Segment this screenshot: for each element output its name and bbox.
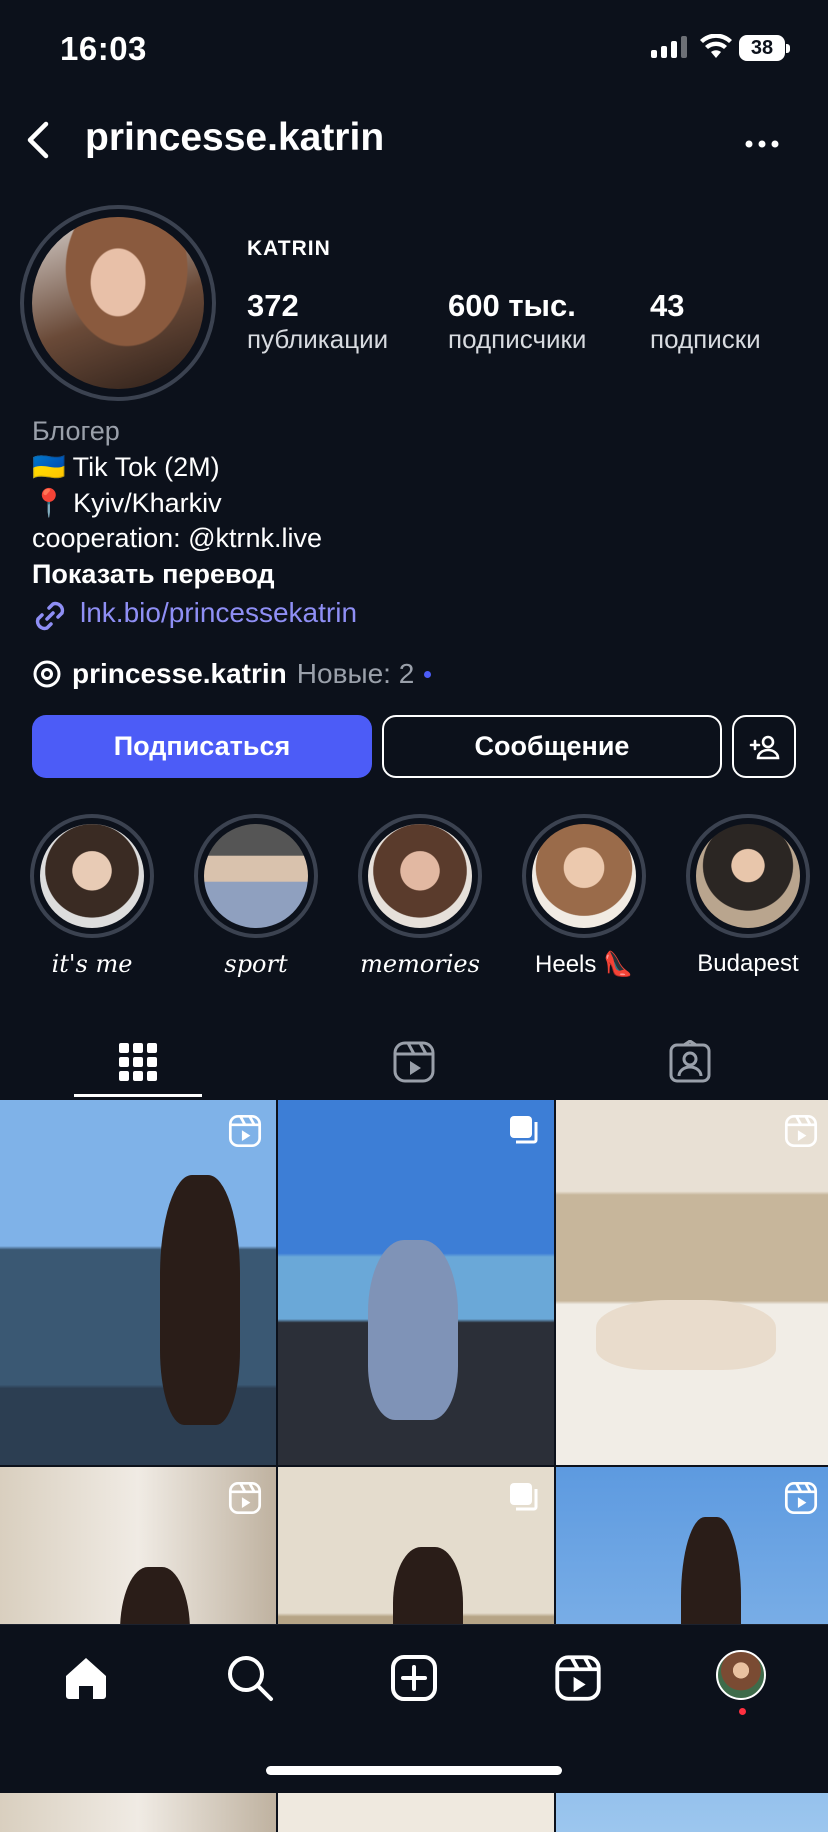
reels-icon [228,1114,262,1153]
nav-home[interactable] [56,1648,116,1708]
profile-category: Блогер [32,416,120,446]
stat-label: подписки [650,324,761,354]
avatar[interactable] [32,217,204,389]
add-person-icon [749,735,780,759]
display-name: KATRIN [247,237,331,260]
more-options-button[interactable] [745,128,779,149]
chevron-left-icon [27,121,49,159]
tab-posts[interactable] [0,1022,276,1102]
back-button[interactable] [20,118,60,167]
bio-line: cooperation: @ktrnk.live [32,523,323,553]
threads-new-count: Новые: 2 [296,658,415,689]
stat-label: подписчики [448,324,587,354]
highlight-cover [696,824,800,928]
highlight-cover [368,824,472,928]
highlight-cover [204,824,308,928]
highlight-ring [686,814,810,938]
highlight-memories[interactable]: memories [355,814,485,978]
highlight-title: sport [224,950,288,978]
tab-reels[interactable] [276,1022,552,1102]
highlight-title: Budapest [697,950,799,977]
nav-reels[interactable] [548,1648,608,1708]
stat-following[interactable]: 43 подписки [650,288,761,355]
stat-value: 600 тыс. [448,288,576,323]
carousel-icon [508,1481,540,1518]
threads-icon [33,660,61,688]
highlight-cover [532,824,636,928]
highlight-ring [358,814,482,938]
nav-create[interactable] [384,1648,444,1708]
home-indicator [266,1766,562,1775]
bio-line: 🇺🇦 Tik Tok (2M) [32,452,220,482]
reels-icon [555,1655,601,1701]
stat-posts[interactable]: 372 публикации [247,288,388,355]
battery-icon: 38 [739,35,790,61]
carousel-icon [508,1114,540,1151]
grid-icon [119,1043,157,1081]
reels-icon [393,1041,435,1083]
highlight-title: memories [360,950,480,978]
highlight-ring [522,814,646,938]
highlight-sport[interactable]: sport [191,814,321,978]
follow-button[interactable]: Подписаться [32,715,372,778]
active-tab-indicator [74,1094,202,1097]
show-translation-link[interactable]: Показать перевод [32,559,275,590]
post-thumbnail[interactable] [278,1100,554,1465]
stat-followers[interactable]: 600 тыс. подписчики [448,288,586,355]
highlight-its-me[interactable]: it's me [27,814,157,978]
tagged-user-icon [669,1040,711,1083]
home-icon [66,1658,106,1699]
bio-line: 📍 Kyiv/Kharkiv [32,488,222,518]
post-thumbnail[interactable] [0,1100,276,1465]
ellipsis-icon [745,140,779,148]
post-subject [368,1240,458,1420]
bio-external-link[interactable]: lnk.bio/princessekatrin [80,597,357,629]
stat-value: 372 [247,288,299,323]
highlight-budapest[interactable]: Budapest [683,814,813,978]
tab-tagged[interactable] [552,1022,828,1102]
threads-badge[interactable]: princesse.katrin Новые: 2 [32,658,432,690]
nav-profile-avatar[interactable] [716,1650,766,1700]
threads-handle: princesse.katrin [72,658,287,689]
reels-icon [784,1114,818,1153]
highlight-ring [194,814,318,938]
highlight-title: it's me [51,950,133,978]
highlight-cover [40,824,144,928]
stat-label: публикации [247,324,389,354]
post-thumbnail[interactable] [556,1100,828,1465]
notification-dot [739,1708,746,1715]
highlight-ring [30,814,154,938]
profile-username: princesse.katrin [85,116,385,159]
create-icon [391,1655,437,1701]
cellular-signal-icon [651,36,687,58]
post-subject [160,1175,240,1425]
link-icon [32,598,68,639]
wifi-icon [700,33,732,65]
message-button[interactable]: Сообщение [382,715,722,778]
stat-value: 43 [650,288,685,323]
nav-search[interactable] [220,1648,280,1708]
reels-icon [784,1481,818,1520]
reels-icon [228,1481,262,1520]
status-time: 16:03 [60,30,147,67]
highlight-title: Heels 👠 [535,951,633,978]
search-icon [228,1656,273,1701]
highlight-heels[interactable]: Heels 👠 [519,814,649,979]
post-subject [596,1300,776,1370]
new-dot-icon [424,670,432,678]
suggested-users-button[interactable] [732,715,796,778]
